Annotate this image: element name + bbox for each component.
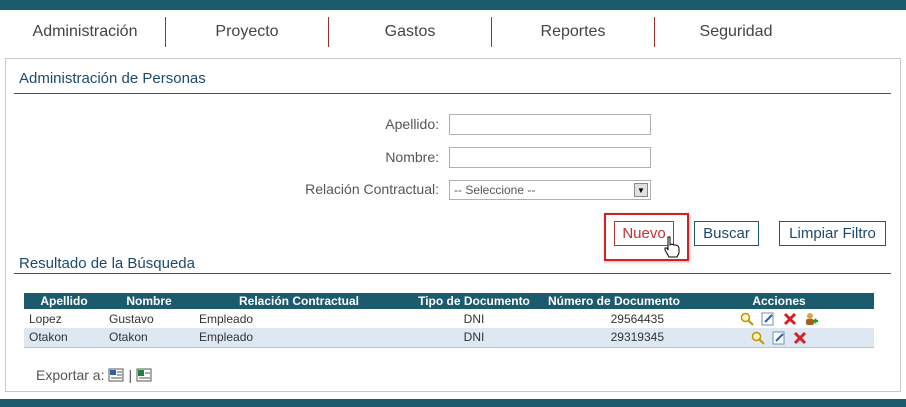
relacion-selected-value: -- Seleccione -- — [454, 183, 536, 197]
nav-item-reportes[interactable]: Reportes — [492, 15, 654, 49]
export-label: Exportar a: — [36, 367, 105, 383]
cell-relacion: Empleado — [194, 309, 404, 328]
col-tipo-documento[interactable]: Tipo de Documento — [404, 293, 544, 309]
table-header-row: Apellido Nombre Relación Contractual Tip… — [24, 293, 874, 309]
buscar-button[interactable]: Buscar — [694, 221, 759, 246]
main-nav: Administración Proyecto Gastos Reportes … — [5, 15, 901, 49]
cell-acciones — [684, 309, 874, 328]
results-title: Resultado de la Búsqueda — [19, 255, 195, 272]
add-user-icon[interactable] — [804, 312, 819, 326]
cell-nombre: Gustavo — [104, 309, 194, 328]
edit-icon[interactable] — [772, 331, 786, 345]
col-acciones: Acciones — [684, 293, 874, 309]
cell-tipo-documento: DNI — [404, 309, 544, 328]
nav-item-proyecto[interactable]: Proyecto — [166, 15, 328, 49]
col-numero-documento[interactable]: Número de Documento — [544, 293, 684, 309]
hand-cursor-icon — [663, 236, 681, 263]
cell-numero-documento: 29564435 — [544, 309, 684, 328]
col-nombre[interactable]: Nombre — [104, 293, 194, 309]
export-excel-icon[interactable] — [136, 368, 152, 382]
table-row: Lopez Gustavo Empleado DNI 29564435 — [24, 309, 874, 328]
nombre-label: Nombre: — [385, 149, 439, 165]
nav-item-administracion[interactable]: Administración — [5, 15, 165, 49]
dropdown-arrow-icon[interactable]: ▼ — [634, 183, 648, 197]
export-separator: | — [128, 367, 133, 383]
cell-apellido: Lopez — [24, 309, 104, 328]
bottom-bar — [0, 399, 906, 407]
cell-numero-documento: 29319345 — [544, 328, 684, 347]
apellido-label: Apellido: — [385, 116, 439, 132]
export-word-icon[interactable] — [108, 368, 124, 382]
title-divider — [14, 93, 891, 94]
table-row: Otakon Otakon Empleado DNI 29319345 — [24, 328, 874, 347]
apellido-input[interactable] — [449, 114, 651, 135]
cell-tipo-documento: DNI — [404, 328, 544, 347]
export-row: Exportar a: | — [36, 367, 152, 383]
view-icon[interactable] — [740, 312, 754, 326]
col-relacion[interactable]: Relación Contractual — [194, 293, 404, 309]
cell-relacion: Empleado — [194, 328, 404, 347]
results-table: Apellido Nombre Relación Contractual Tip… — [24, 293, 874, 348]
cell-nombre: Otakon — [104, 328, 194, 347]
delete-icon[interactable] — [793, 331, 807, 345]
nombre-input[interactable] — [449, 147, 651, 168]
page-title: Administración de Personas — [19, 70, 206, 87]
view-icon[interactable] — [751, 331, 765, 345]
cell-apellido: Otakon — [24, 328, 104, 347]
limpiar-filtro-button[interactable]: Limpiar Filtro — [779, 221, 886, 246]
nav-item-gastos[interactable]: Gastos — [329, 15, 491, 49]
top-bar — [0, 0, 906, 10]
delete-icon[interactable] — [783, 312, 797, 326]
relacion-select[interactable]: -- Seleccione -- ▼ — [449, 180, 651, 200]
edit-icon[interactable] — [761, 312, 775, 326]
results-divider — [14, 273, 891, 274]
cell-acciones — [684, 328, 874, 347]
nav-item-seguridad[interactable]: Seguridad — [655, 15, 817, 49]
col-apellido[interactable]: Apellido — [24, 293, 104, 309]
relacion-label: Relación Contractual: — [305, 181, 439, 197]
